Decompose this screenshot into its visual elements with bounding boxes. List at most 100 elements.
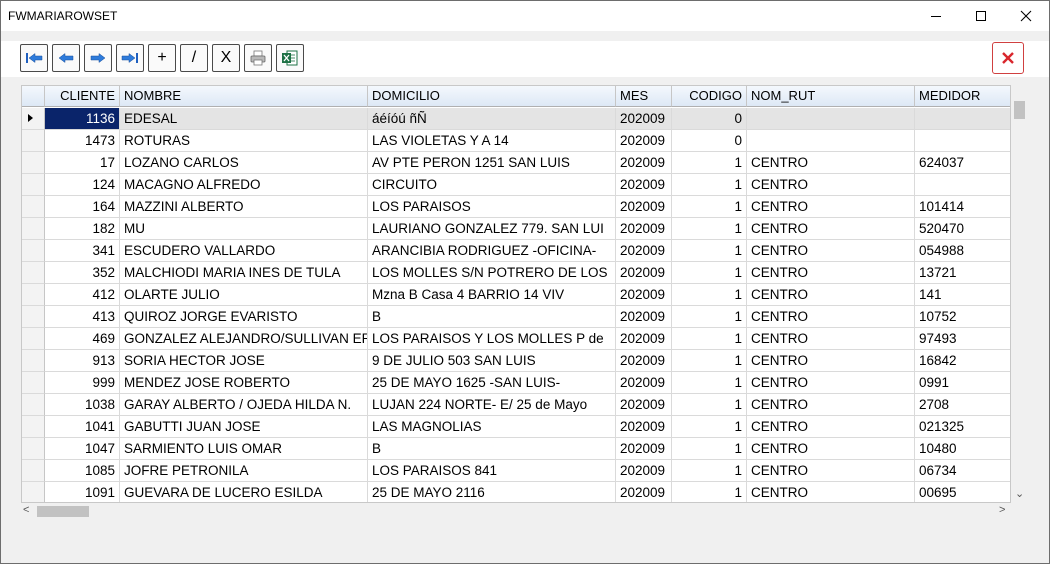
- cell-medidor[interactable]: 624037: [915, 152, 1010, 174]
- row-indicator[interactable]: [22, 284, 45, 306]
- row-indicator[interactable]: [22, 218, 45, 240]
- excel-button[interactable]: [276, 44, 304, 72]
- cell-nombre[interactable]: GONZALEZ ALEJANDRO/SULLIVAN ER: [120, 328, 368, 350]
- cell-domicilio[interactable]: 25 DE MAYO 1625 -SAN LUIS-: [368, 372, 616, 394]
- cell-nom-rut[interactable]: CENTRO: [747, 438, 915, 460]
- cell-medidor[interactable]: 00695: [915, 482, 1010, 502]
- header-codigo[interactable]: CODIGO: [672, 86, 747, 107]
- cell-domicilio[interactable]: LAS MAGNOLIAS: [368, 416, 616, 438]
- horizontal-scrollbar[interactable]: < >: [21, 503, 1011, 520]
- cell-mes[interactable]: 202009: [616, 416, 672, 438]
- table-row[interactable]: 1038 GARAY ALBERTO / OJEDA HILDA N. LUJAN …: [22, 394, 1010, 416]
- row-indicator[interactable]: [22, 482, 45, 502]
- cell-codigo[interactable]: 1: [672, 460, 747, 482]
- cell-codigo[interactable]: 1: [672, 284, 747, 306]
- table-row[interactable]: 999 MENDEZ JOSE ROBERTO 25 DE MAYO 1625 -S…: [22, 372, 1010, 394]
- cell-codigo[interactable]: 1: [672, 240, 747, 262]
- print-button[interactable]: [244, 44, 272, 72]
- cell-medidor[interactable]: 054988: [915, 240, 1010, 262]
- maximize-button[interactable]: [958, 1, 1004, 31]
- cell-medidor[interactable]: 10752: [915, 306, 1010, 328]
- cell-domicilio[interactable]: LOS PARAISOS: [368, 196, 616, 218]
- cell-medidor[interactable]: 13721: [915, 262, 1010, 284]
- cell-nom-rut[interactable]: CENTRO: [747, 416, 915, 438]
- cell-domicilio[interactable]: LOS PARAISOS Y LOS MOLLES P de: [368, 328, 616, 350]
- minimize-button[interactable]: [913, 1, 959, 31]
- cell-cliente[interactable]: 164: [45, 196, 120, 218]
- cell-codigo[interactable]: 1: [672, 328, 747, 350]
- cell-mes[interactable]: 202009: [616, 394, 672, 416]
- cell-nom-rut[interactable]: CENTRO: [747, 196, 915, 218]
- cell-nom-rut[interactable]: CENTRO: [747, 372, 915, 394]
- cell-nombre[interactable]: ROTURAS: [120, 130, 368, 152]
- cell-mes[interactable]: 202009: [616, 130, 672, 152]
- cell-codigo[interactable]: 1: [672, 306, 747, 328]
- cell-medidor[interactable]: 16842: [915, 350, 1010, 372]
- header-mes[interactable]: MES: [616, 86, 672, 107]
- cell-codigo[interactable]: 0: [672, 108, 747, 130]
- cell-nom-rut[interactable]: CENTRO: [747, 306, 915, 328]
- cell-domicilio[interactable]: ARANCIBIA RODRIGUEZ -OFICINA-: [368, 240, 616, 262]
- cell-codigo[interactable]: 1: [672, 416, 747, 438]
- table-row[interactable]: 17 LOZANO CARLOS AV PTE PERON 1251 SAN LUI…: [22, 152, 1010, 174]
- vertical-scrollbar[interactable]: ⌄: [1011, 85, 1028, 503]
- cell-codigo[interactable]: 1: [672, 174, 747, 196]
- cell-medidor[interactable]: 06734: [915, 460, 1010, 482]
- cell-medidor[interactable]: 101414: [915, 196, 1010, 218]
- cell-nombre[interactable]: GABUTTI JUAN JOSE: [120, 416, 368, 438]
- cell-nombre[interactable]: EDESAL: [120, 108, 368, 130]
- cell-codigo[interactable]: 0: [672, 130, 747, 152]
- cell-cliente[interactable]: 469: [45, 328, 120, 350]
- cell-nom-rut[interactable]: CENTRO: [747, 284, 915, 306]
- cell-mes[interactable]: 202009: [616, 438, 672, 460]
- cell-codigo[interactable]: 1: [672, 196, 747, 218]
- cell-nom-rut[interactable]: CENTRO: [747, 262, 915, 284]
- table-row[interactable]: 124 MACAGNO ALFREDO CIRCUITO 202009 1 CENTRO: [22, 174, 1010, 196]
- cell-cliente[interactable]: 1085: [45, 460, 120, 482]
- cell-medidor[interactable]: 0991: [915, 372, 1010, 394]
- cell-mes[interactable]: 202009: [616, 328, 672, 350]
- cell-nombre[interactable]: MENDEZ JOSE ROBERTO: [120, 372, 368, 394]
- cell-nom-rut[interactable]: CENTRO: [747, 350, 915, 372]
- cell-cliente[interactable]: 1091: [45, 482, 120, 502]
- cell-domicilio[interactable]: 9 DE JULIO 503 SAN LUIS: [368, 350, 616, 372]
- row-indicator[interactable]: [22, 130, 45, 152]
- cell-domicilio[interactable]: LOS MOLLES S/N POTRERO DE LOS: [368, 262, 616, 284]
- table-row[interactable]: 1085 JOFRE PETRONILA LOS PARAISOS 841 20200…: [22, 460, 1010, 482]
- row-indicator[interactable]: [22, 372, 45, 394]
- table-row[interactable]: 913 SORIA HECTOR JOSE 9 DE JULIO 503 SAN L…: [22, 350, 1010, 372]
- cell-cliente[interactable]: 17: [45, 152, 120, 174]
- add-button[interactable]: +: [148, 44, 176, 72]
- cell-medidor[interactable]: 10480: [915, 438, 1010, 460]
- row-indicator[interactable]: [22, 350, 45, 372]
- cell-codigo[interactable]: 1: [672, 482, 747, 502]
- cell-nom-rut[interactable]: CENTRO: [747, 218, 915, 240]
- cell-domicilio[interactable]: áéíóú ñÑ: [368, 108, 616, 130]
- header-domicilio[interactable]: DOMICILIO: [368, 86, 616, 107]
- cell-cliente[interactable]: 124: [45, 174, 120, 196]
- table-row[interactable]: 413 QUIROZ JORGE EVARISTO B 202009 1 CENTRO 10…: [22, 306, 1010, 328]
- cell-codigo[interactable]: 1: [672, 438, 747, 460]
- header-nombre[interactable]: NOMBRE: [120, 86, 368, 107]
- cell-domicilio[interactable]: B: [368, 306, 616, 328]
- cell-medidor[interactable]: 97493: [915, 328, 1010, 350]
- delete-button[interactable]: X: [212, 44, 240, 72]
- cell-mes[interactable]: 202009: [616, 284, 672, 306]
- table-row[interactable]: 352 MALCHIODI MARIA INES DE TULA LOS MOLLE…: [22, 262, 1010, 284]
- table-row[interactable]: 1473 ROTURAS LAS VIOLETAS Y A 14 202009 0: [22, 130, 1010, 152]
- cell-cliente[interactable]: 1038: [45, 394, 120, 416]
- cell-medidor[interactable]: 520470: [915, 218, 1010, 240]
- cell-cliente[interactable]: 999: [45, 372, 120, 394]
- cell-medidor[interactable]: [915, 130, 1010, 152]
- cell-nombre[interactable]: MAZZINI ALBERTO: [120, 196, 368, 218]
- cell-medidor[interactable]: [915, 108, 1010, 130]
- cell-codigo[interactable]: 1: [672, 372, 747, 394]
- cell-mes[interactable]: 202009: [616, 262, 672, 284]
- table-row[interactable]: 1041 GABUTTI JUAN JOSE LAS MAGNOLIAS 202009…: [22, 416, 1010, 438]
- cell-codigo[interactable]: 1: [672, 262, 747, 284]
- header-cliente[interactable]: CLIENTE: [45, 86, 120, 107]
- table-row[interactable]: 469 GONZALEZ ALEJANDRO/SULLIVAN ER LOS PAR…: [22, 328, 1010, 350]
- row-indicator[interactable]: [22, 262, 45, 284]
- cell-codigo[interactable]: 1: [672, 350, 747, 372]
- edit-button[interactable]: /: [180, 44, 208, 72]
